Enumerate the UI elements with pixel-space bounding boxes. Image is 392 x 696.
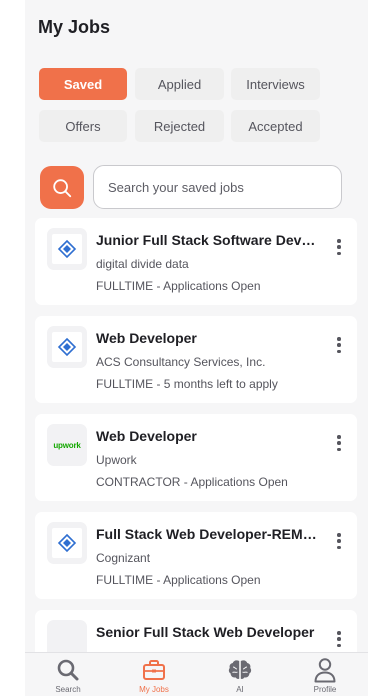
job-card[interactable]: Full Stack Web Developer-REMOTE Cognizan…	[35, 512, 357, 599]
filter-chip-rejected[interactable]: Rejected	[135, 110, 224, 142]
job-meta: FULLTIME - Applications Open	[96, 279, 261, 293]
search-icon	[57, 659, 79, 681]
page-title: My Jobs	[38, 17, 111, 37]
upwork-logo: upwork	[53, 440, 81, 450]
tab-label: My Jobs	[139, 685, 169, 694]
company-logo	[47, 522, 87, 564]
briefcase-icon	[143, 660, 165, 680]
tab-profile[interactable]: Profile	[282, 653, 368, 696]
tab-my-jobs[interactable]: My Jobs	[111, 653, 197, 696]
job-title: Full Stack Web Developer-REMOTE	[96, 526, 322, 542]
company-logo-icon	[57, 239, 77, 259]
job-card[interactable]: Web Developer ACS Consultancy Services, …	[35, 316, 357, 403]
company-logo: upwork	[47, 424, 87, 466]
filter-chip-label: Rejected	[153, 118, 206, 134]
company-name: Cognizant	[96, 551, 151, 565]
job-title: Web Developer	[96, 428, 197, 444]
job-title: Junior Full Stack Software Developer	[96, 232, 322, 248]
tab-label: Profile	[313, 685, 337, 694]
bottom-tab-bar: Search My Jobs AI Profile	[25, 652, 368, 696]
company-logo-icon	[57, 337, 77, 357]
filter-chip-offers[interactable]: Offers	[39, 110, 127, 142]
brain-icon	[228, 660, 252, 679]
job-meta: CONTRACTOR - Applications Open	[96, 475, 288, 489]
tab-label: Search	[55, 685, 81, 694]
search-input[interactable]	[93, 165, 342, 209]
tab-label: AI	[236, 685, 244, 694]
more-options-icon[interactable]	[331, 335, 347, 355]
user-icon	[314, 658, 336, 683]
job-card[interactable]: upwork Web Developer Upwork CONTRACTOR -…	[35, 414, 357, 501]
app-screen: My Jobs Saved Applied Interviews Offers …	[25, 0, 368, 696]
filter-chip-label: Saved	[63, 76, 103, 92]
filter-chip-interviews[interactable]: Interviews	[231, 68, 320, 100]
more-options-icon[interactable]	[331, 237, 347, 257]
company-logo-icon	[57, 533, 77, 553]
job-meta: FULLTIME - 5 months left to apply	[96, 377, 278, 391]
company-logo	[47, 326, 87, 368]
filter-chip-label: Applied	[157, 76, 202, 92]
filter-chip-label: Interviews	[246, 76, 305, 92]
more-options-icon[interactable]	[331, 433, 347, 453]
filter-chip-saved[interactable]: Saved	[39, 68, 127, 100]
job-title: Web Developer	[96, 330, 197, 346]
search-button[interactable]	[40, 166, 84, 209]
job-meta: FULLTIME - Applications Open	[96, 573, 261, 587]
job-title: Senior Full Stack Web Developer	[96, 624, 315, 640]
tab-ai[interactable]: AI	[197, 653, 283, 696]
more-options-icon[interactable]	[331, 629, 347, 649]
filter-chip-accepted[interactable]: Accepted	[231, 110, 320, 142]
search-icon	[53, 178, 72, 197]
filter-chip-applied[interactable]: Applied	[135, 68, 224, 100]
company-name: Upwork	[96, 453, 137, 467]
tab-search[interactable]: Search	[25, 653, 111, 696]
filter-chip-label: Accepted	[248, 118, 303, 134]
company-name: digital divide data	[96, 257, 189, 271]
filter-chip-label: Offers	[65, 118, 101, 134]
company-logo	[47, 228, 87, 270]
more-options-icon[interactable]	[331, 531, 347, 551]
company-name: ACS Consultancy Services, Inc.	[96, 355, 266, 369]
job-card[interactable]: Junior Full Stack Software Developer dig…	[35, 218, 357, 305]
header: My Jobs	[25, 0, 368, 56]
